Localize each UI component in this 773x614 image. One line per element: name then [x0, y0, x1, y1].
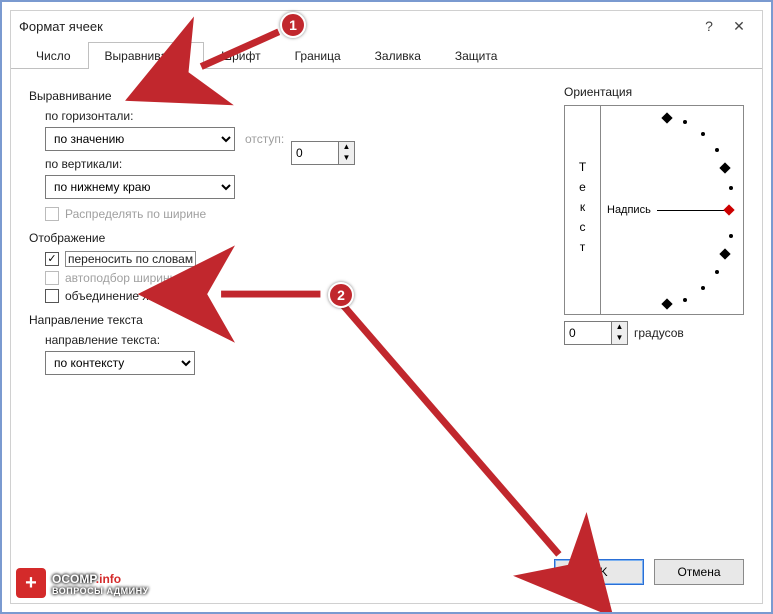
dial-line: [657, 210, 725, 211]
dial-dot-icon: [729, 186, 733, 190]
dial-dot-icon: [715, 270, 719, 274]
checkbox-icon: [45, 271, 59, 285]
indent-down-icon[interactable]: ▼: [339, 153, 354, 164]
orientation-box: Текст Надпись: [564, 105, 744, 315]
tab-border[interactable]: Граница: [278, 42, 358, 69]
merge-label: объединение ячеек: [65, 289, 174, 303]
dial-dot-icon: [683, 120, 687, 124]
horizontal-select[interactable]: по значению: [45, 127, 235, 151]
logo-line2: ВОПРОСЫ АДМИНУ: [52, 587, 149, 596]
logo-plus-icon: +: [16, 568, 46, 598]
close-button[interactable]: ✕: [724, 18, 754, 35]
dial-dot-icon: [701, 286, 705, 290]
dialog-body: Выравнивание по горизонтали: по значению…: [11, 69, 762, 393]
callout-2: 2: [328, 282, 354, 308]
orientation-group: Ориентация Текст Надпись: [564, 79, 744, 345]
direction-select[interactable]: по контексту: [45, 351, 195, 375]
dial-tick-icon: [719, 162, 730, 173]
degrees-up-icon[interactable]: ▲: [612, 322, 627, 333]
screenshot-frame: Формат ячеек ? ✕ Число Выравнивание Шриф…: [0, 0, 773, 614]
tab-number[interactable]: Число: [19, 42, 88, 69]
watermark-logo: + OCOMP.info ВОПРОСЫ АДМИНУ: [16, 568, 149, 598]
checkbox-icon: [45, 289, 59, 303]
indent-spinner[interactable]: ▲ ▼: [291, 141, 355, 165]
vertical-select[interactable]: по нижнему краю: [45, 175, 235, 199]
help-button[interactable]: ?: [694, 18, 724, 34]
vertical-text-label: Текст: [576, 160, 590, 260]
format-cells-dialog: Формат ячеек ? ✕ Число Выравнивание Шриф…: [10, 10, 763, 604]
degrees-spinner[interactable]: ▲ ▼: [564, 321, 628, 345]
ok-button[interactable]: OK: [554, 559, 644, 585]
shrink-label: автоподбор ширины: [65, 271, 178, 285]
vertical-text-button[interactable]: Текст: [565, 106, 601, 314]
orientation-dial[interactable]: Надпись: [601, 106, 743, 314]
indent-up-icon[interactable]: ▲: [339, 142, 354, 153]
dial-dot-icon: [729, 234, 733, 238]
wrap-label: переносить по словам: [65, 251, 196, 267]
dialog-buttons: OK Отмена: [554, 559, 744, 585]
degrees-label: градусов: [634, 326, 684, 340]
window-title: Формат ячеек: [19, 19, 694, 34]
vertical-combo[interactable]: по нижнему краю: [45, 175, 235, 199]
cancel-button[interactable]: Отмена: [654, 559, 744, 585]
horizontal-combo[interactable]: по значению: [45, 127, 235, 151]
degrees-down-icon[interactable]: ▼: [612, 333, 627, 344]
tab-fill[interactable]: Заливка: [358, 42, 438, 69]
checkbox-checked-icon: [45, 252, 59, 266]
dial-dot-icon: [683, 298, 687, 302]
degrees-input[interactable]: [565, 322, 611, 344]
dial-tick-icon: [719, 248, 730, 259]
checkbox-icon: [45, 207, 59, 221]
titlebar: Формат ячеек ? ✕: [11, 11, 762, 41]
indent-label: отступ:: [245, 132, 284, 146]
dial-handle-icon[interactable]: [723, 204, 734, 215]
tab-font[interactable]: Шрифт: [204, 42, 277, 69]
dial-dot-icon: [715, 148, 719, 152]
dial-label: Надпись: [607, 204, 651, 216]
orientation-group-label: Ориентация: [564, 85, 744, 99]
indent-input[interactable]: [292, 142, 338, 164]
direction-combo[interactable]: по контексту: [45, 351, 195, 375]
dial-tick-icon: [661, 112, 672, 123]
tab-protection[interactable]: Защита: [438, 42, 515, 69]
dial-tick-icon: [661, 298, 672, 309]
dial-dot-icon: [701, 132, 705, 136]
callout-1: 1: [280, 12, 306, 38]
tab-alignment[interactable]: Выравнивание: [88, 42, 205, 69]
distribute-label: Распределять по ширине: [65, 207, 206, 221]
logo-line1: OCOMP.info: [52, 571, 149, 587]
tab-strip: Число Выравнивание Шрифт Граница Заливка…: [11, 41, 762, 69]
